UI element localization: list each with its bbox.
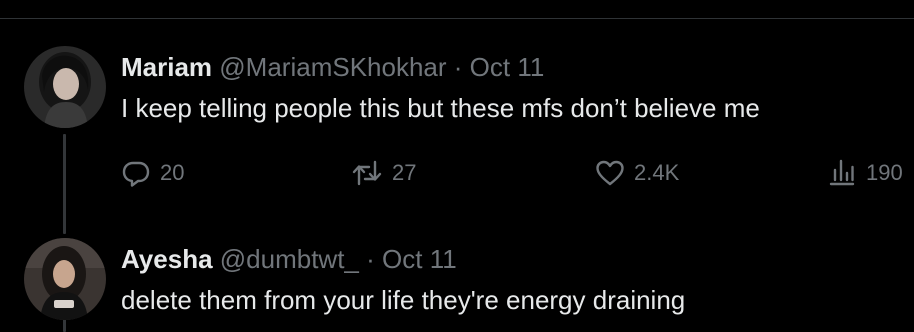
analytics-icon bbox=[829, 159, 855, 186]
author-handle[interactable]: @dumbtwt_ bbox=[220, 244, 359, 274]
avatar-photo-icon bbox=[24, 238, 106, 320]
avatar[interactable] bbox=[24, 46, 106, 128]
view-count: 190 bbox=[866, 160, 903, 185]
avatar-photo-icon bbox=[24, 46, 106, 128]
heart-icon bbox=[596, 160, 624, 186]
reply-count: 20 bbox=[160, 160, 185, 185]
thread-connector-line bbox=[63, 134, 66, 234]
reply-button[interactable]: 20 bbox=[121, 158, 184, 188]
avatar[interactable] bbox=[24, 238, 106, 320]
like-button[interactable]: 2.4K bbox=[595, 158, 679, 188]
tweet-text: I keep telling people this but these mfs… bbox=[121, 93, 760, 123]
repost-button[interactable]: 27 bbox=[351, 158, 416, 188]
tweet-date[interactable]: Oct 11 bbox=[470, 52, 545, 82]
repost-count: 27 bbox=[392, 160, 417, 185]
repost-icon bbox=[352, 160, 382, 186]
tweet-date[interactable]: Oct 11 bbox=[382, 244, 457, 274]
top-divider bbox=[0, 18, 914, 19]
reply-icon bbox=[122, 161, 150, 187]
like-count: 2.4K bbox=[634, 160, 680, 185]
tweet-header: Mariam @MariamSKhokhar · Oct 11 bbox=[121, 52, 544, 82]
tweet-actions: 20 27 2.4K 190 bbox=[121, 158, 914, 194]
tweet-text: delete them from your life they're energ… bbox=[121, 285, 686, 315]
separator-dot: · bbox=[453, 52, 463, 82]
author-name[interactable]: Mariam bbox=[121, 52, 212, 82]
separator-dot: · bbox=[366, 244, 375, 274]
tweet-header: Ayesha @dumbtwt_ · Oct 11 bbox=[121, 244, 457, 274]
thread-connector-line bbox=[63, 318, 66, 332]
views-button[interactable]: 190 bbox=[827, 158, 903, 188]
author-name[interactable]: Ayesha bbox=[121, 244, 213, 274]
author-handle[interactable]: @MariamSKhokhar bbox=[219, 52, 446, 82]
